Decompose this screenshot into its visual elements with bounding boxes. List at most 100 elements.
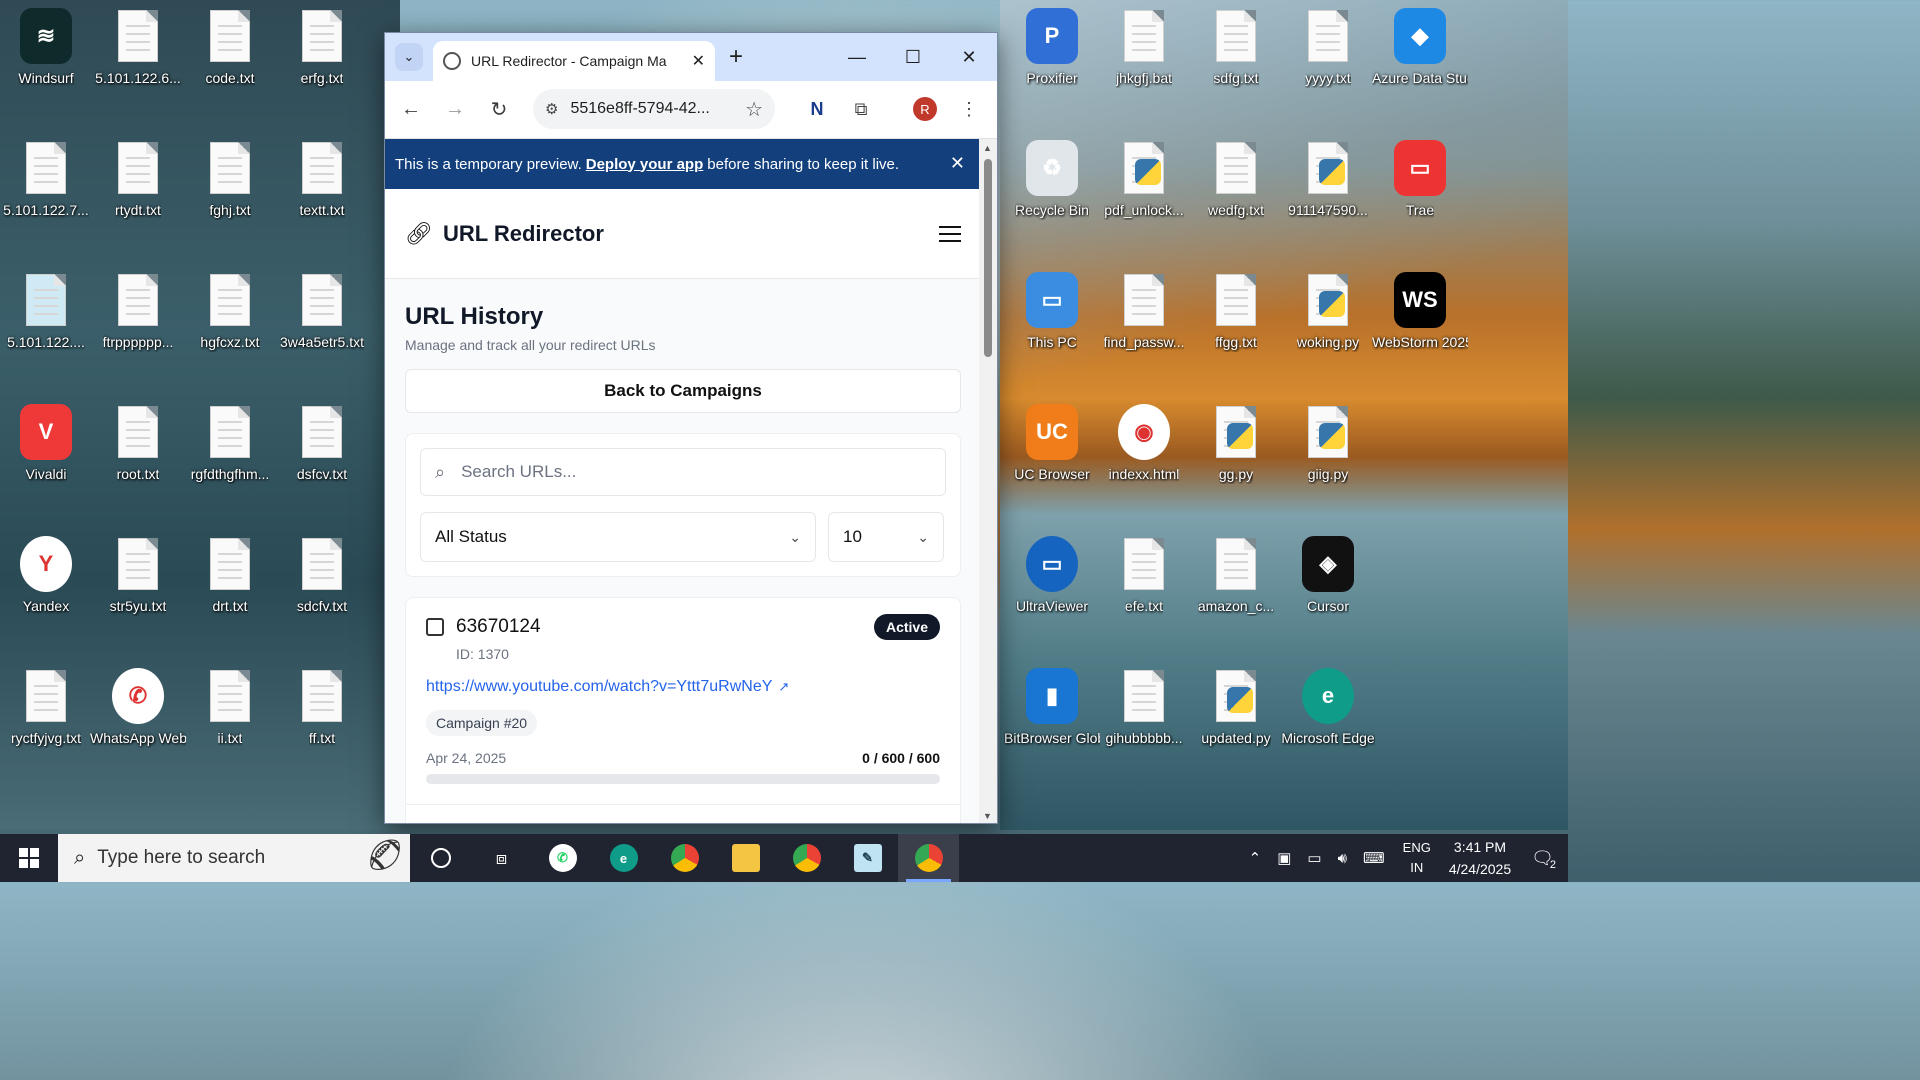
back-to-campaigns-button[interactable]: Back to Campaigns [405,369,961,413]
desktop-icon[interactable]: V Vivaldi [0,404,92,524]
desktop-icon[interactable]: giig.py [1282,404,1374,524]
desktop-icon[interactable]: jhkgfj.bat [1098,8,1190,128]
address-bar[interactable]: ⚙ 5516e8ff-5794-42... ☆ [533,89,775,129]
taskbar-notepad[interactable]: ✎ [837,834,898,882]
taskbar-whatsapp[interactable]: ✆ [532,834,593,882]
page-scrollbar[interactable]: ▲ ▼ [979,139,997,823]
desktop-icon[interactable]: WS WebStorm 2025.1 [1372,272,1468,392]
clock[interactable]: 3:41 PM 4/24/2025 [1449,836,1511,880]
desktop-icon[interactable]: amazon_c... [1190,536,1282,656]
desktop-icon[interactable]: ff.txt [276,668,368,788]
desktop-icon[interactable]: textt.txt [276,140,368,260]
desktop-icon[interactable]: gg.py [1190,404,1282,524]
desktop-icon[interactable]: ◉ indexx.html [1098,404,1190,524]
desktop-icon[interactable]: root.txt [92,404,184,524]
desktop-icon[interactable]: Y Yandex [0,536,92,656]
desktop-icon[interactable]: ♻ Recycle Bin [1006,140,1098,260]
taskbar-search[interactable]: ⌕ Type here to search 🏈︎ [58,834,410,882]
cortana-button[interactable] [410,834,471,882]
hamburger-menu-icon[interactable] [939,225,961,242]
desktop-icon[interactable]: ✆ WhatsApp Web [90,668,186,788]
taskbar-edge[interactable]: e [593,834,654,882]
desktop-icon[interactable]: rgfdthgfhm... [184,404,276,524]
desktop-icon[interactable]: 3w4a5etr5.txt [276,272,368,392]
scroll-thumb[interactable] [984,159,992,357]
desktop-icon[interactable]: sdcfv.txt [276,536,368,656]
desktop-icon[interactable]: wedfg.txt [1190,140,1282,260]
desktop-icon[interactable]: ≋ Windsurf [0,8,92,128]
meet-now-icon[interactable]: ▣ [1277,849,1291,867]
volume-icon[interactable]: 🔊︎ [1338,850,1347,867]
profile-avatar[interactable]: R [913,97,937,121]
page-size-select[interactable]: 10 ⌄ [828,512,944,562]
desktop-icon[interactable]: drt.txt [184,536,276,656]
desktop-icon[interactable]: ◈ Cursor [1282,536,1374,656]
desktop-icon[interactable]: rtydt.txt [92,140,184,260]
taskbar-chrome-profile-r[interactable] [898,834,959,882]
desktop-icon[interactable]: sdfg.txt [1190,8,1282,128]
maximize-button[interactable]: ☐ [893,41,933,73]
chevron-up-icon[interactable]: ⌃ [1249,849,1262,867]
desktop-icon[interactable]: dsfcv.txt [276,404,368,524]
new-tab-button[interactable]: + [729,43,743,71]
desktop-icon[interactable]: ▭ Trae [1374,140,1466,260]
kebab-menu-icon[interactable]: ⋮ [955,95,983,123]
desktop-icon[interactable]: yyyy.txt [1282,8,1374,128]
desktop-icon[interactable]: ii.txt [184,668,276,788]
desktop-icon[interactable]: ffgg.txt [1190,272,1282,392]
status-select[interactable]: All Status ⌄ [420,512,816,562]
desktop-icon[interactable]: P Proxifier [1006,8,1098,128]
tab-active[interactable]: URL Redirector - Campaign Ma ✕ [433,41,715,81]
extensions-puzzle-icon[interactable]: ⧉ [847,95,875,123]
site-info-icon[interactable]: ⚙ [545,100,558,118]
deploy-app-link[interactable]: Deploy your app [586,156,704,173]
desktop-icon[interactable]: ryctfyjvg.txt [0,668,92,788]
desktop-icon[interactable]: ▭ This PC [1006,272,1098,392]
back-icon[interactable]: ← [397,95,425,123]
desktop-icon[interactable]: ▭ UltraViewer [1006,536,1098,656]
desktop-icon[interactable]: woking.py [1282,272,1374,392]
task-view-button[interactable]: ⧈ [471,834,532,882]
battery-icon[interactable]: ▭ [1307,849,1321,867]
extension-n-icon[interactable]: N [803,95,831,123]
desktop-icon[interactable]: 5.101.122.... [0,272,92,392]
taskbar-chrome-profile-g[interactable] [776,834,837,882]
desktop-icon[interactable]: str5yu.txt [92,536,184,656]
taskbar-chrome[interactable] [654,834,715,882]
destination-link[interactable]: https://www.youtube.com/watch?v=Yttt7uRw… [426,678,940,696]
scroll-down-icon[interactable]: ▼ [983,811,992,821]
desktop-icon[interactable]: gihubbbbb... [1098,668,1190,788]
desktop-icon[interactable]: code.txt [184,8,276,128]
language-indicator[interactable]: ENG IN [1403,838,1431,878]
close-window-button[interactable]: ✕ [949,41,989,73]
start-button[interactable] [0,834,58,882]
search-input[interactable]: ⌕ Search URLs... [420,448,946,496]
desktop-icon[interactable]: efe.txt [1098,536,1190,656]
tab-search-button[interactable]: ⌄ [395,43,423,71]
bookmark-star-icon[interactable]: ☆ [745,97,763,122]
desktop-icon[interactable]: ◆ Azure Data Studio [1372,8,1468,128]
desktop-icon[interactable]: ▮ BitBrowser Global [1004,668,1100,788]
desktop-icon[interactable]: ftrpppppp... [92,272,184,392]
minimize-button[interactable]: — [837,41,877,73]
notification-icon[interactable]: 🗨︎ 2 [1531,848,1556,871]
desktop-icon[interactable]: pdf_unlock... [1098,140,1190,260]
select-checkbox[interactable] [426,618,444,636]
desktop-icon[interactable]: UC UC Browser [1006,404,1098,524]
desktop-icon[interactable]: updated.py [1190,668,1282,788]
desktop-icon[interactable]: hgfcxz.txt [184,272,276,392]
taskbar-file-explorer[interactable] [715,834,776,882]
desktop-icon[interactable]: fghj.txt [184,140,276,260]
scroll-up-icon[interactable]: ▲ [983,143,992,153]
desktop-icon[interactable]: 5.101.122.6... [92,8,184,128]
reload-icon[interactable]: ↻ [485,95,513,123]
close-banner-icon[interactable]: ✕ [950,153,965,174]
desktop-icon[interactable]: erfg.txt [276,8,368,128]
keyboard-icon[interactable]: ⌨ [1363,849,1385,867]
app-brand[interactable]: URL Redirector [443,221,939,247]
desktop-icon[interactable]: e Microsoft Edge [1281,668,1375,788]
forward-icon[interactable]: → [441,95,469,123]
close-tab-icon[interactable]: ✕ [692,51,705,71]
desktop-icon[interactable]: 5.101.122.7... [0,140,92,260]
desktop-icon[interactable]: 911147590... [1282,140,1374,260]
